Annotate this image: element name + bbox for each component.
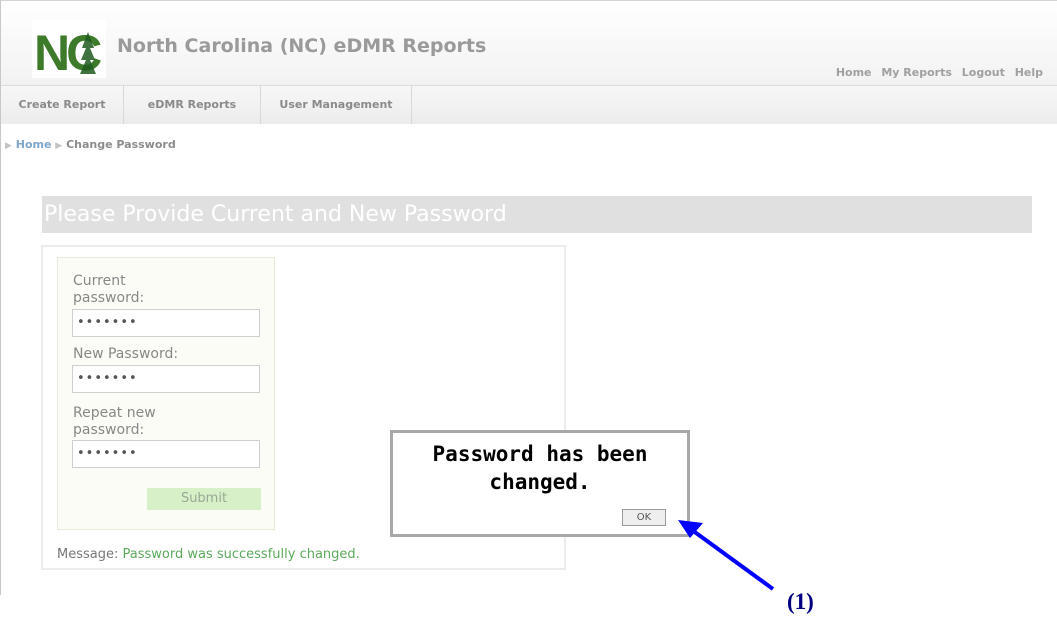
annotation-arrow-icon <box>678 520 775 591</box>
annotation-label: (1) <box>787 589 814 614</box>
